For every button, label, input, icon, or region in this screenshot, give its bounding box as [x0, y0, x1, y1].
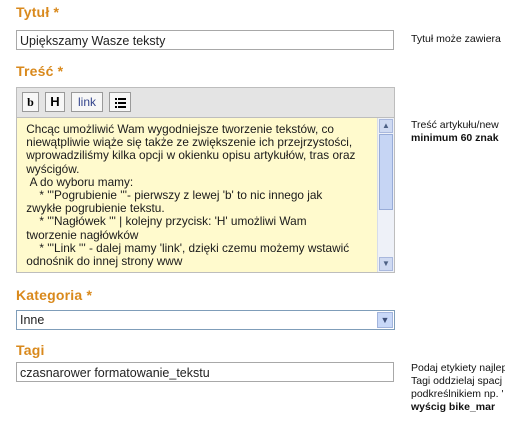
scroll-down-icon[interactable]: ▼ — [379, 257, 393, 271]
tags-input[interactable]: czasnarower formatowanie_tekstu — [16, 362, 394, 382]
bold-button[interactable]: b — [22, 92, 39, 112]
scroll-thumb[interactable] — [379, 134, 393, 210]
scroll-up-icon[interactable]: ▲ — [379, 119, 393, 133]
content-label: Treść * — [16, 63, 64, 79]
title-input[interactable]: Upiększamy Wasze teksty — [16, 30, 394, 50]
title-label: Tytuł * — [16, 4, 60, 20]
tags-help-4: wyścig bike_mar — [411, 401, 496, 413]
list-button[interactable] — [109, 92, 131, 112]
content-help-1: Treść artykułu/new — [411, 119, 499, 131]
heading-button[interactable]: H — [45, 92, 65, 112]
bullet-list-icon — [114, 97, 126, 108]
title-help: Tytuł może zawiera — [411, 33, 501, 45]
content-help-2: minimum 60 znak — [411, 132, 499, 144]
content-text[interactable]: Chcąc umożliwić Wam wygodniejsze tworzen… — [23, 122, 379, 268]
category-selected: Inne — [20, 313, 45, 327]
category-label: Kategoria * — [16, 287, 93, 303]
tags-help-1: Podaj etykiety najlep — [411, 362, 505, 374]
chevron-down-icon[interactable]: ▼ — [377, 312, 393, 328]
link-button[interactable]: link — [71, 92, 103, 112]
tags-help-2: Tagi oddzielaj spacj — [411, 375, 503, 387]
category-select[interactable]: Inne ▼ — [16, 310, 395, 330]
editor-scrollbar[interactable]: ▲ ▼ — [377, 118, 394, 272]
tags-label: Tagi — [16, 342, 45, 358]
tags-help-3: podkreślnikiem np. ' — [411, 388, 504, 400]
editor-toolbar: b H link — [16, 87, 395, 117]
content-textarea[interactable]: Chcąc umożliwić Wam wygodniejsze tworzen… — [16, 117, 395, 273]
